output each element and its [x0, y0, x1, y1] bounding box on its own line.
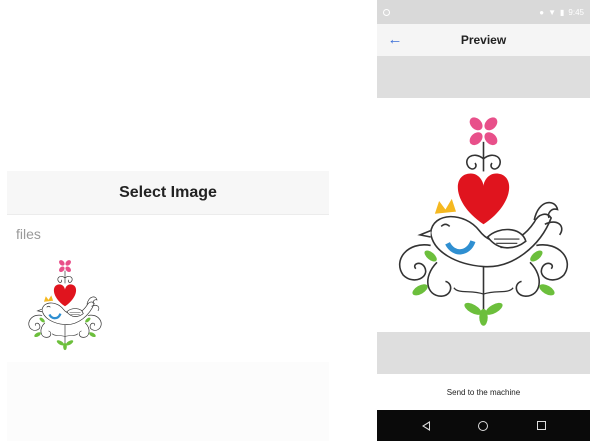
wifi-icon: ▼	[548, 7, 557, 17]
files-section-label: files	[16, 226, 41, 242]
status-bar: ● ▼ ▮ 9:45	[377, 0, 590, 24]
nav-back-icon[interactable]	[418, 418, 434, 434]
android-nav-bar	[377, 410, 590, 441]
empty-area	[7, 362, 329, 441]
app-bar: ← Preview	[377, 24, 590, 56]
image-thumbnail[interactable]	[15, 256, 115, 352]
status-time: 9:45	[568, 7, 584, 17]
preview-top-padding	[377, 56, 590, 98]
preview-image-area	[377, 98, 590, 332]
nav-recents-icon[interactable]	[533, 418, 549, 434]
folk-bird-heart-icon	[27, 257, 103, 352]
battery-icon: ▮	[560, 7, 565, 17]
preview-title: Preview	[460, 33, 507, 47]
nav-home-icon[interactable]	[475, 418, 491, 434]
send-to-machine-button[interactable]: Send to the machine	[377, 374, 590, 410]
folk-bird-heart-icon	[377, 108, 590, 330]
select-image-screen: Select Image files	[7, 0, 329, 441]
preview-bottom-padding	[377, 332, 590, 374]
signal-icon: ●	[539, 7, 545, 17]
settings-icon	[383, 8, 390, 16]
page-title: Select Image	[119, 183, 217, 201]
preview-screen: ● ▼ ▮ 9:45 ← Preview Send to the machine	[377, 0, 590, 441]
status-icons: ● ▼ ▮ 9:45	[539, 8, 584, 17]
title-bar: Select Image	[7, 171, 329, 215]
arrow-back-icon[interactable]: ←	[385, 30, 405, 50]
